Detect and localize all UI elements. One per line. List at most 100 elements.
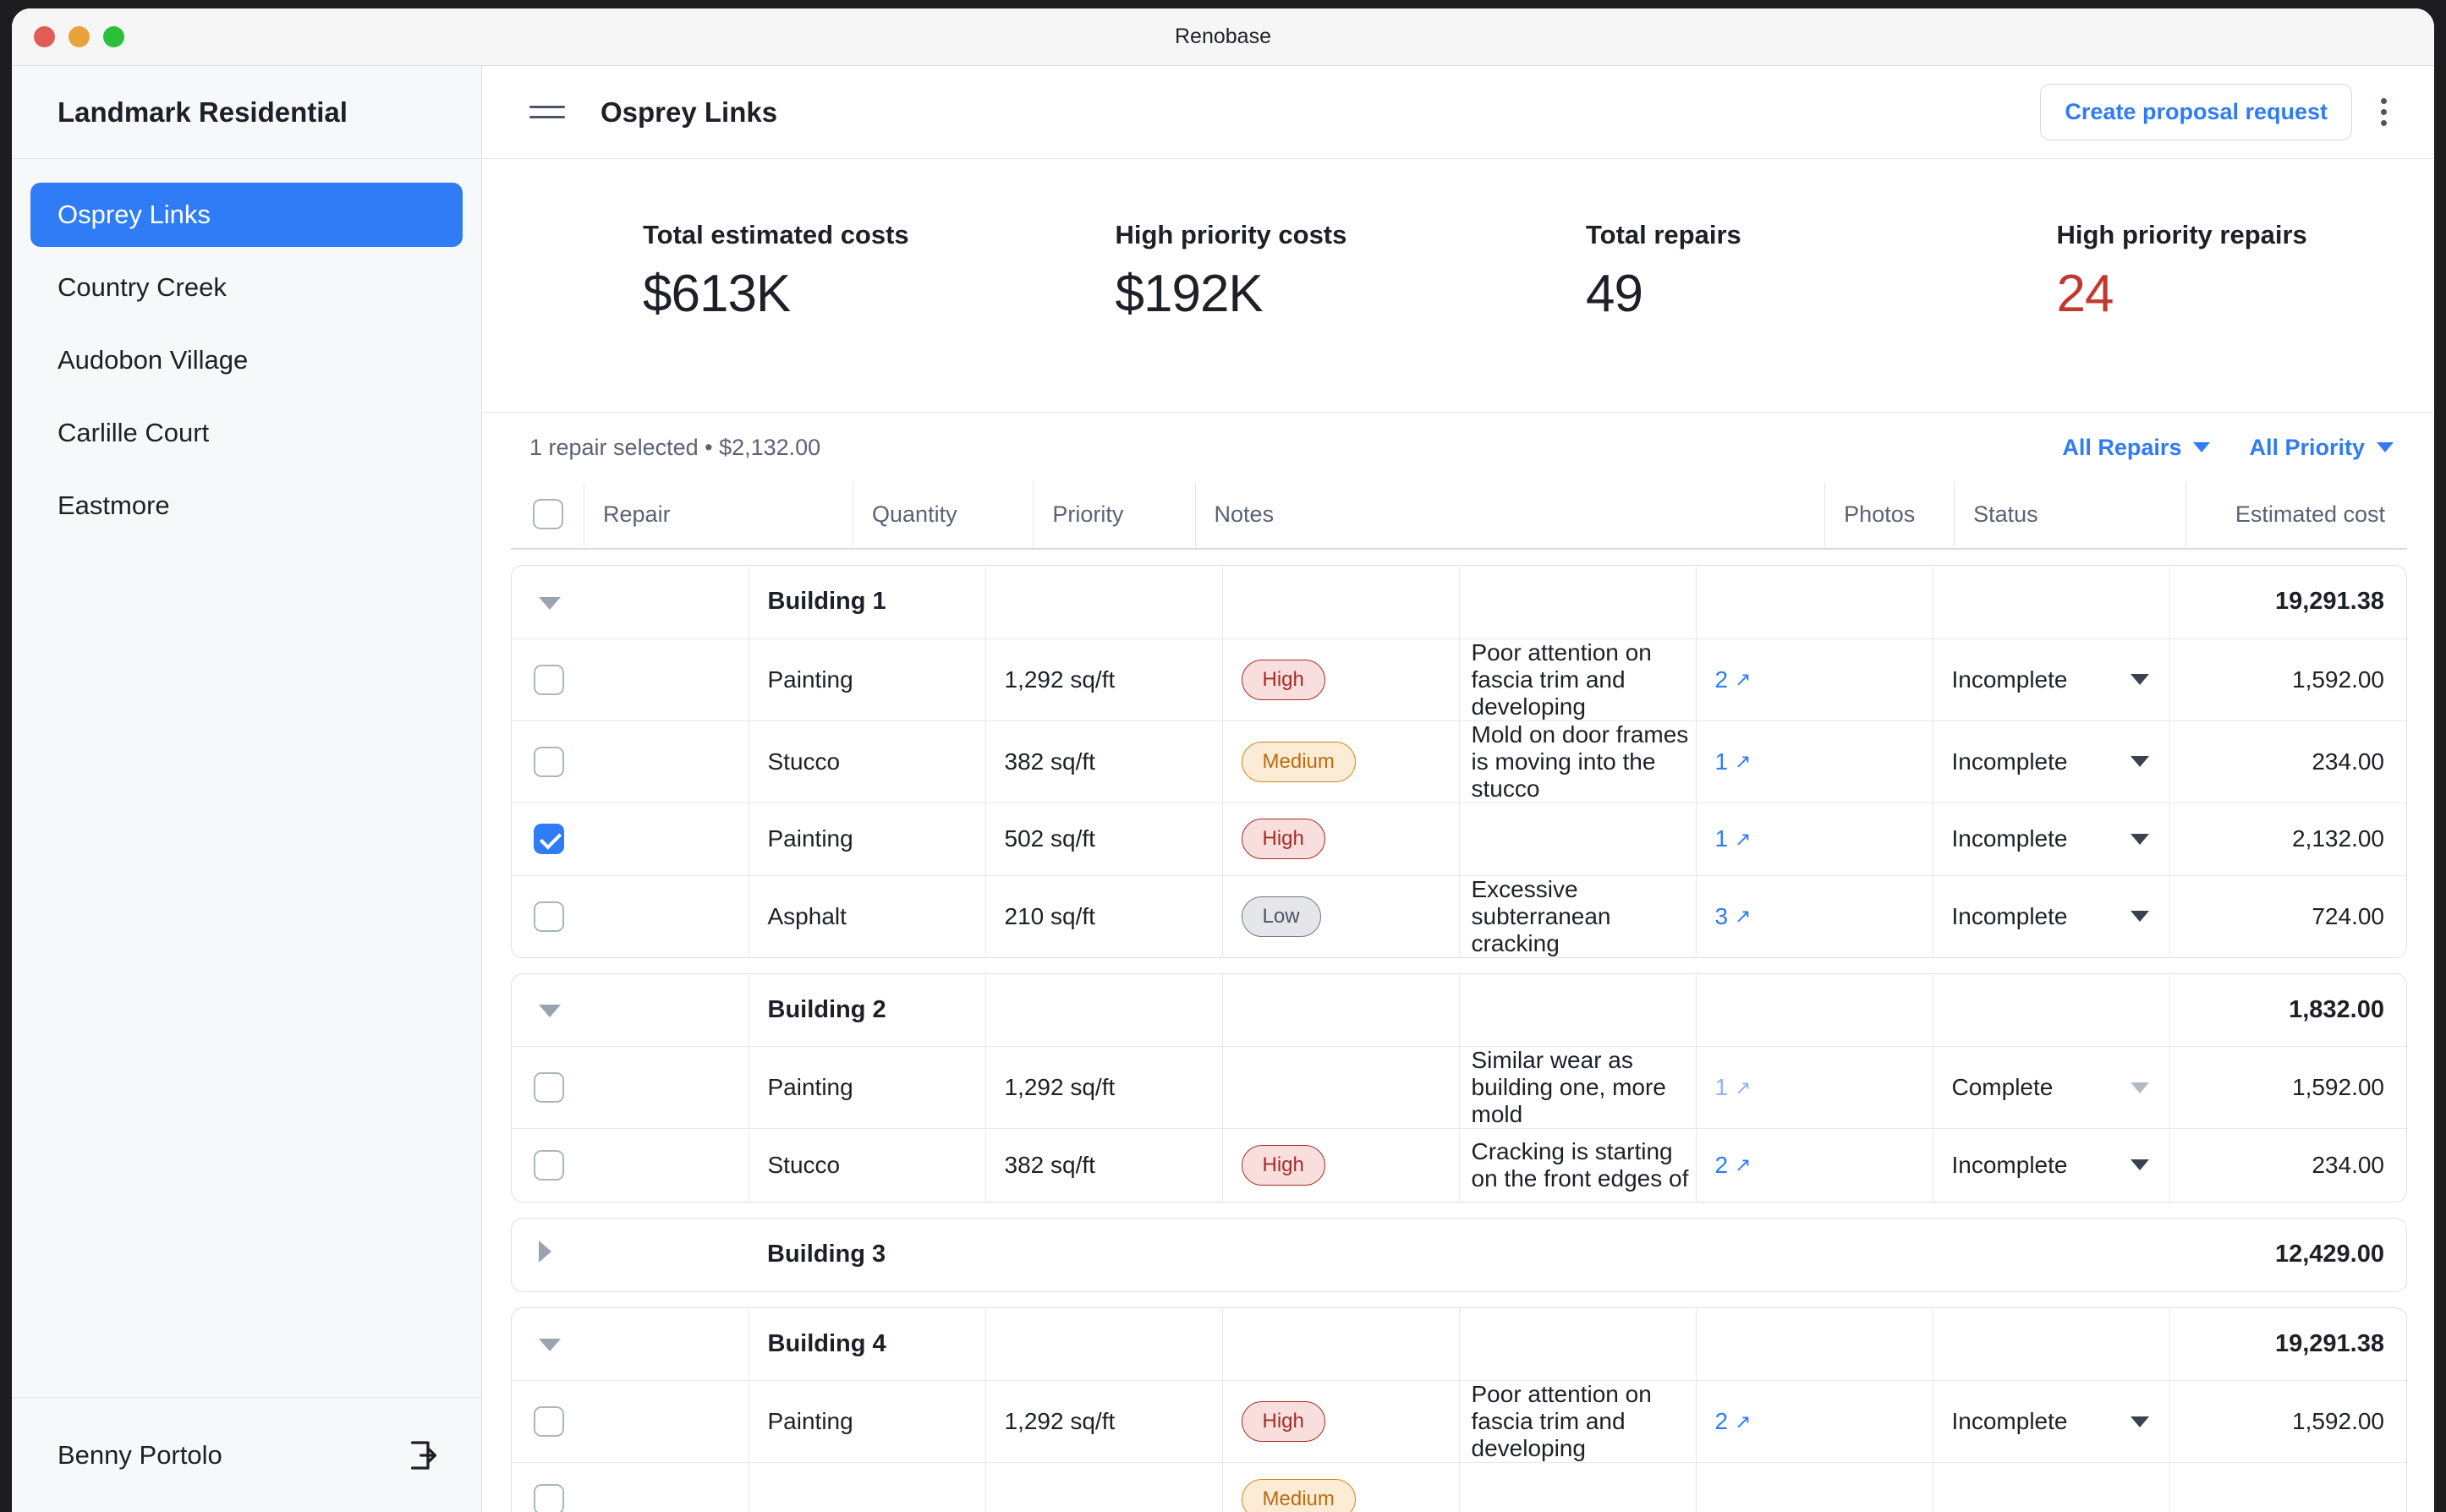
logout-icon[interactable]	[407, 1438, 441, 1472]
cell-estimated-cost: 1,592.00	[2169, 1046, 2406, 1129]
row-select-cell[interactable]	[512, 875, 749, 957]
cell-notes[interactable]	[1459, 803, 1697, 876]
chevron-down-icon[interactable]	[2130, 1159, 2149, 1171]
group-header-row[interactable]: Building 1 19,291.38	[512, 566, 2406, 639]
row-checkbox[interactable]	[534, 901, 564, 932]
kebab-menu-icon[interactable]	[2374, 91, 2394, 133]
cell-status[interactable]: Incomplete	[1933, 720, 2170, 803]
column-header-status[interactable]: Status	[1954, 482, 2186, 550]
column-header-quantity[interactable]: Quantity	[853, 482, 1034, 550]
photos-link[interactable]: 2 ↗	[1715, 1152, 1752, 1179]
chevron-down-icon[interactable]	[2130, 911, 2149, 922]
row-checkbox[interactable]	[534, 1483, 564, 1512]
table-row[interactable]: Stucco 382 sq/ft Medium Mold on door frames…	[512, 720, 2406, 803]
cell-notes[interactable]: Similar wear as building one, more mold	[1459, 1046, 1697, 1129]
column-header-priority[interactable]: Priority	[1033, 482, 1196, 550]
row-select-cell[interactable]	[512, 1128, 749, 1202]
group-toggle-cell[interactable]	[512, 1219, 749, 1291]
photos-link[interactable]: 2 ↗	[1715, 1408, 1752, 1435]
table-row[interactable]: Painting 1,292 sq/ft High Poor attention on…	[512, 638, 2406, 721]
cell-status[interactable]: Incomplete	[1933, 638, 2170, 721]
column-header-notes[interactable]: Notes	[1195, 482, 1826, 550]
table-toolbar: 1 repair selected • $2,132.00 All Repair…	[482, 413, 2434, 482]
cell-notes[interactable]: Excessive subterranean cracking	[1459, 875, 1697, 957]
chevron-down-icon[interactable]	[2130, 833, 2149, 845]
cell-notes[interactable]: Poor attention on fascia trim and develo…	[1459, 1380, 1697, 1463]
group-header-row[interactable]: Building 3 12,429.00	[512, 1219, 2406, 1291]
photos-link[interactable]: 3 ↗	[1715, 903, 1752, 930]
external-link-icon: ↗	[1735, 668, 1752, 690]
filter-all-priority[interactable]: All Priority	[2249, 435, 2394, 461]
repairs-table: Repair Quantity Priority Notes Photos St…	[482, 482, 2434, 1512]
group-toggle-cell[interactable]	[512, 1307, 749, 1381]
group-toggle-cell[interactable]	[512, 973, 749, 1047]
column-header-photos[interactable]: Photos	[1824, 482, 1955, 550]
sidebar-item-label: Country Creek	[58, 272, 227, 302]
row-select-cell[interactable]	[512, 638, 749, 721]
photos-link[interactable]: 1 ↗	[1715, 748, 1752, 775]
table-row[interactable]: Stucco 382 sq/ft High Cracking is starting …	[512, 1128, 2406, 1202]
cell-status[interactable]: Incomplete	[1933, 875, 2170, 957]
group-total-cost: 19,291.38	[2169, 1307, 2406, 1381]
chevron-down-icon[interactable]	[539, 596, 561, 610]
group-blank-notes	[1459, 1307, 1697, 1381]
select-all-checkbox[interactable]	[533, 499, 563, 529]
group-blank-priority	[1222, 973, 1460, 1047]
row-checkbox[interactable]	[534, 1149, 564, 1181]
group-blank-quantity	[985, 566, 1223, 639]
cell-status[interactable]: Incomplete	[1933, 803, 2170, 876]
hamburger-icon[interactable]	[529, 98, 565, 126]
photos-link[interactable]: 2 ↗	[1715, 666, 1752, 693]
row-select-cell[interactable]	[512, 1380, 749, 1463]
photos-link[interactable]: 1 ↗	[1715, 825, 1752, 852]
group-header-row[interactable]: Building 4 19,291.38	[512, 1307, 2406, 1381]
group-toggle-cell[interactable]	[512, 566, 749, 639]
chevron-down-icon[interactable]	[539, 1339, 561, 1352]
filter-group: All Repairs All Priority	[2062, 435, 2394, 461]
group-header-row[interactable]: Building 2 1,832.00	[512, 973, 2406, 1047]
brand-name: Landmark Residential	[12, 66, 481, 159]
create-proposal-request-button[interactable]: Create proposal request	[2040, 84, 2352, 140]
column-header-cost[interactable]: Estimated cost	[2185, 482, 2407, 550]
table-row[interactable]: Painting 1,292 sq/ft High Poor attention on…	[512, 1380, 2406, 1463]
cell-notes[interactable]: Mold on door frames is moving into the s…	[1459, 720, 1697, 803]
cell-notes[interactable]	[1459, 1462, 1697, 1512]
column-header-repair[interactable]: Repair	[584, 482, 854, 550]
cell-status[interactable]: Incomplete	[1933, 1380, 2170, 1463]
row-checkbox[interactable]	[534, 1406, 564, 1437]
sidebar-item-eastmore[interactable]: Eastmore	[30, 474, 463, 538]
sidebar-item-carlille-court[interactable]: Carlille Court	[30, 401, 463, 465]
row-checkbox[interactable]	[534, 746, 564, 777]
row-select-cell[interactable]	[512, 720, 749, 803]
row-checkbox[interactable]	[534, 1072, 564, 1103]
cell-photos: 2 ↗	[1696, 1380, 1933, 1463]
row-select-cell[interactable]	[512, 1046, 749, 1129]
chevron-down-icon[interactable]	[2130, 756, 2149, 767]
sidebar-item-audobon-village[interactable]: Audobon Village	[30, 328, 463, 392]
photos-link[interactable]: 1 ↗	[1715, 1074, 1752, 1101]
cell-notes[interactable]: Cracking is starting on the front edges …	[1459, 1128, 1697, 1202]
table-row[interactable]: Medium	[512, 1462, 2406, 1512]
chevron-right-icon[interactable]	[539, 1241, 551, 1263]
status-value: Complete	[1951, 1074, 2054, 1100]
row-select-cell[interactable]	[512, 803, 749, 876]
table-row[interactable]: Asphalt 210 sq/ft Low Excessive subterranea…	[512, 875, 2406, 957]
sidebar-item-country-creek[interactable]: Country Creek	[30, 255, 463, 320]
table-row[interactable]: Painting 502 sq/ft High 1 ↗ Incomplete 2,132.0…	[512, 803, 2406, 876]
sidebar-item-osprey-links[interactable]: Osprey Links	[30, 183, 463, 247]
cell-status[interactable]: Complete	[1933, 1046, 2170, 1129]
chevron-down-icon[interactable]	[539, 1005, 561, 1018]
group-blank-quantity	[985, 1307, 1223, 1381]
row-checkbox[interactable]	[534, 824, 564, 854]
row-select-cell[interactable]	[512, 1462, 749, 1512]
cell-repair	[749, 1462, 986, 1512]
chevron-down-icon[interactable]	[2130, 674, 2149, 685]
chevron-down-icon[interactable]	[2130, 1082, 2149, 1093]
filter-all-repairs[interactable]: All Repairs	[2062, 435, 2211, 461]
chevron-down-icon[interactable]	[2130, 1416, 2149, 1427]
cell-status[interactable]	[1933, 1462, 2170, 1512]
cell-notes[interactable]: Poor attention on fascia trim and develo…	[1459, 638, 1697, 721]
table-row[interactable]: Painting 1,292 sq/ft Similar wear as build…	[512, 1046, 2406, 1129]
row-checkbox[interactable]	[534, 664, 564, 695]
cell-status[interactable]: Incomplete	[1933, 1128, 2170, 1202]
